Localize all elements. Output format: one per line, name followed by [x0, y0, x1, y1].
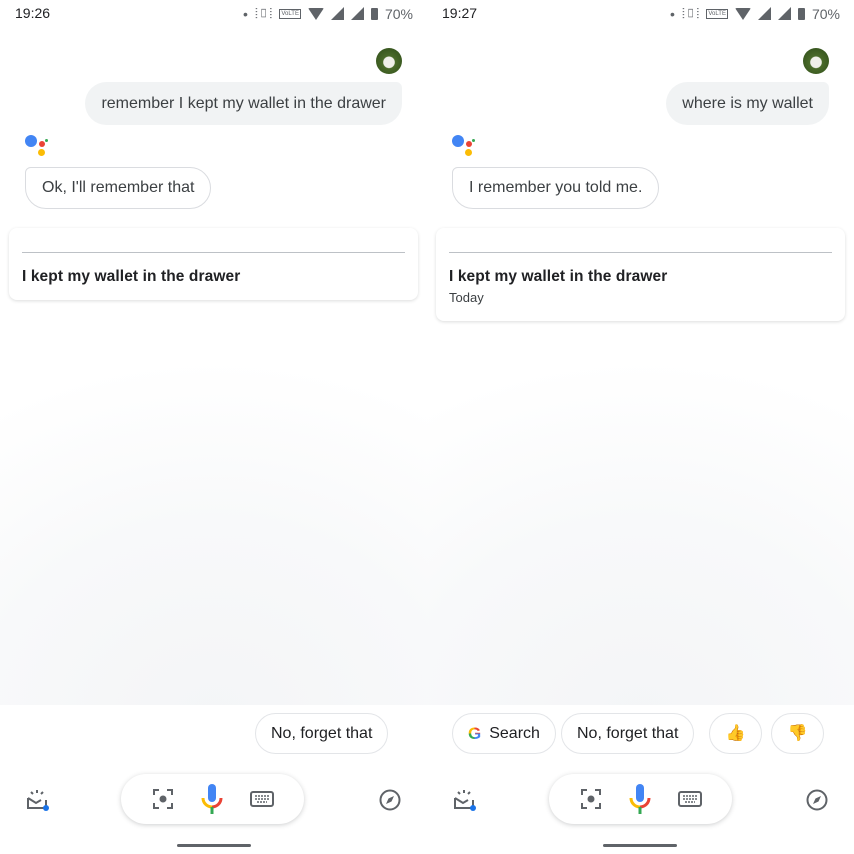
wifi-icon — [307, 7, 324, 20]
signal-icon — [330, 7, 344, 20]
screen-1: 19:26 • ⦙▯⦙ VoLTE 70% remember I kept my… — [0, 0, 427, 854]
thumbs-up-button[interactable]: 👍 — [709, 713, 762, 754]
chip-forget[interactable]: No, forget that — [255, 713, 389, 754]
battery-icon — [797, 7, 805, 20]
explore-compass-icon[interactable] — [806, 789, 828, 816]
input-bar — [549, 774, 732, 824]
volte-icon: VoLTE — [279, 8, 301, 19]
explore-compass-icon[interactable] — [379, 789, 401, 816]
wifi-icon — [734, 7, 751, 20]
battery-icon — [370, 7, 378, 20]
battery-percent: 70% — [811, 5, 840, 22]
screen-2: 19:27 • ⦙▯⦙ VoLTE 70% where is my wallet… — [427, 0, 854, 854]
chip-label: No, forget that — [577, 725, 679, 742]
microphone-icon[interactable] — [627, 783, 653, 815]
card-title: I kept my wallet in the drawer — [449, 268, 668, 285]
thumbs-up-icon: 👍 — [725, 725, 746, 742]
card-title: I kept my wallet in the drawer — [22, 268, 241, 285]
memory-card[interactable]: I kept my wallet in the drawer — [9, 228, 418, 300]
chip-forget[interactable]: No, forget that — [561, 713, 695, 754]
card-divider — [22, 252, 405, 253]
chip-label: Search — [489, 725, 540, 742]
card-divider — [449, 252, 832, 253]
lens-icon[interactable] — [580, 788, 602, 810]
status-time: 19:27 — [442, 5, 478, 21]
lens-icon[interactable] — [152, 788, 174, 810]
microphone-icon[interactable] — [199, 783, 225, 815]
chip-label: No, forget that — [271, 725, 373, 742]
notification-dot-icon: • — [243, 5, 248, 22]
assistant-reply-bubble: Ok, I'll remember that — [25, 167, 212, 209]
signal-icon — [757, 7, 771, 20]
home-indicator[interactable] — [603, 844, 677, 847]
user-query-bubble[interactable]: remember I kept my wallet in the drawer — [85, 82, 402, 125]
assistant-logo-icon — [25, 135, 51, 159]
assistant-reply-bubble: I remember you told me. — [452, 167, 660, 209]
thumbs-down-icon: 👎 — [787, 725, 808, 742]
user-avatar[interactable] — [803, 48, 829, 74]
signal-icon-2 — [350, 7, 364, 20]
volte-icon: VoLTE — [706, 8, 728, 19]
input-bar — [121, 774, 304, 824]
assistant-logo-icon — [452, 135, 478, 159]
inbox-updates-icon[interactable] — [453, 788, 477, 812]
user-query-bubble[interactable]: where is my wallet — [666, 82, 829, 125]
status-icons: • ⦙▯⦙ VoLTE 70% — [243, 5, 413, 22]
google-g-icon: G — [468, 714, 481, 753]
vibrate-icon: ⦙▯⦙ — [681, 5, 700, 21]
signal-icon-2 — [777, 7, 791, 20]
vibrate-icon: ⦙▯⦙ — [254, 5, 273, 21]
user-avatar[interactable] — [376, 48, 402, 74]
battery-percent: 70% — [384, 5, 413, 22]
home-indicator[interactable] — [177, 844, 251, 847]
status-time: 19:26 — [15, 5, 51, 21]
status-icons: • ⦙▯⦙ VoLTE 70% — [670, 5, 840, 22]
chip-search[interactable]: G Search — [452, 713, 556, 754]
keyboard-icon[interactable] — [249, 791, 274, 807]
memory-card[interactable]: I kept my wallet in the drawer Today — [436, 228, 845, 321]
card-date: Today — [449, 290, 484, 305]
inbox-updates-icon[interactable] — [26, 788, 50, 812]
thumbs-down-button[interactable]: 👎 — [771, 713, 824, 754]
notification-dot-icon: • — [670, 5, 675, 22]
keyboard-icon[interactable] — [677, 791, 702, 807]
